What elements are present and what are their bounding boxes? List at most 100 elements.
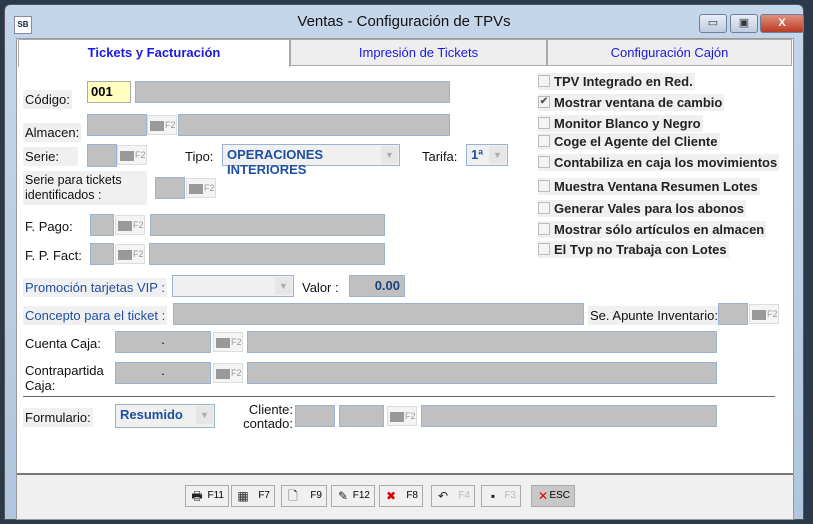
option-checkbox[interactable]: Generar Vales para los abonos	[538, 200, 747, 217]
cliente-code-input[interactable]	[339, 405, 384, 427]
window-title: Ventas - Configuración de TPVs	[297, 13, 511, 30]
contrapartida-input[interactable]: .	[115, 362, 211, 384]
lookup-icon	[150, 120, 164, 131]
lookup-icon	[216, 368, 230, 379]
chevron-down-icon: ▼	[275, 277, 292, 295]
option-checkbox[interactable]: ✔ Mostrar ventana de cambio	[538, 94, 725, 111]
fpago-lookup-button[interactable]: F2	[115, 215, 145, 235]
fpfact-description-field	[149, 243, 385, 265]
tipo-label: Tipo:	[183, 147, 216, 166]
chevron-down-icon: ▼	[196, 406, 213, 424]
checkbox-icon	[538, 135, 550, 147]
f12-button[interactable]: ✎ F12	[331, 485, 375, 507]
formulario-label: Formulario:	[23, 408, 93, 427]
almacen-label: Almacen:	[23, 123, 82, 142]
cuenta-caja-input[interactable]: .	[115, 331, 211, 353]
delete-icon: ✖	[385, 489, 397, 503]
fpago-input[interactable]	[90, 214, 114, 236]
valor-field[interactable]: 0.00	[349, 275, 405, 297]
promo-vip-label: Promoción tarjetas VIP :	[23, 278, 167, 297]
valor-label: Valor :	[300, 278, 341, 297]
client-area: Tickets y Facturación Impresión de Ticke…	[16, 38, 794, 520]
checkbox-icon	[538, 223, 550, 235]
codigo-label: Código:	[23, 90, 72, 109]
formulario-select[interactable]: Resumido ▼	[115, 404, 215, 428]
serie-tickets-label: Serie para tickets identificados :	[23, 171, 147, 205]
fpfact-label: F. P. Fact:	[23, 246, 84, 265]
window: SB Ventas - Configuración de TPVs ▭ ▣ X …	[4, 4, 804, 520]
cuenta-caja-label: Cuenta Caja:	[23, 334, 103, 353]
apunte-lookup-button[interactable]: F2	[749, 304, 779, 324]
option-checkbox[interactable]: Muestra Ventana Resumen Lotes	[538, 178, 760, 195]
divider	[23, 396, 775, 397]
save-icon: ▪	[490, 489, 496, 503]
search-binoculars-icon: ▦	[237, 489, 249, 503]
checkbox-icon	[538, 75, 550, 87]
f9-button[interactable]: 🗋 F9	[281, 485, 327, 507]
fpago-description-field	[150, 214, 385, 236]
option-checkbox[interactable]: TPV Integrado en Red.	[538, 73, 695, 90]
contrapartida-description-field	[247, 362, 717, 384]
checkbox-icon	[538, 117, 550, 129]
almacen-input[interactable]	[87, 114, 147, 136]
lookup-icon	[118, 249, 132, 260]
tarifa-select[interactable]: 1ª ▼	[466, 144, 508, 166]
promo-vip-select[interactable]: ▼	[172, 275, 294, 297]
lookup-icon	[118, 220, 132, 231]
fpfact-lookup-button[interactable]: F2	[115, 244, 145, 264]
f7-button[interactable]: ▦ F7	[231, 485, 275, 507]
serie-input[interactable]	[87, 144, 117, 167]
option-checkbox[interactable]: El Tvp no Trabaja con Lotes	[538, 241, 729, 258]
edit-icon: ✎	[337, 489, 349, 503]
new-document-icon: 🗋	[288, 489, 298, 503]
f8-button[interactable]: ✖ F8	[379, 485, 423, 507]
cliente-contado-label: Cliente: contado:	[229, 401, 295, 433]
lookup-icon	[752, 309, 766, 320]
chevron-down-icon: ▼	[381, 146, 398, 164]
cuenta-description-field	[247, 331, 717, 353]
option-checkbox[interactable]: Monitor Blanco y Negro	[538, 115, 703, 132]
option-checkbox[interactable]: Coge el Agente del Cliente	[538, 133, 720, 150]
cliente-lookup-button[interactable]: F2	[387, 406, 417, 426]
f3-button[interactable]: ▪ F3	[481, 485, 521, 507]
maximize-button[interactable]: ▣	[730, 14, 758, 33]
exit-icon: ✕	[537, 489, 549, 503]
esc-button[interactable]: ✕ ESC	[531, 485, 575, 507]
concepto-input[interactable]	[173, 303, 584, 325]
checkbox-icon	[538, 202, 550, 214]
checkbox-icon: ✔	[538, 96, 550, 108]
option-checkbox[interactable]: Contabiliza en caja los movimientos	[538, 154, 780, 171]
cuenta-lookup-button[interactable]: F2	[213, 332, 243, 352]
codigo-input[interactable]: 001	[87, 81, 131, 103]
almacen-description-field	[178, 114, 450, 136]
tab-tickets-facturacion[interactable]: Tickets y Facturación	[18, 39, 290, 67]
tipo-select[interactable]: OPERACIONES INTERIORES ▼	[222, 144, 400, 177]
contrapartida-lookup-button[interactable]: F2	[213, 363, 243, 383]
lookup-icon	[189, 183, 203, 194]
apunte-inventario-input[interactable]	[718, 303, 748, 325]
serie-tickets-lookup-button[interactable]: F2	[186, 178, 216, 198]
tab-configuracion-cajon[interactable]: Configuración Cajón	[547, 39, 792, 66]
tarifa-label: Tarifa:	[420, 147, 460, 166]
serie-lookup-button[interactable]: F2	[117, 145, 147, 165]
f4-button[interactable]: ↶ F4	[431, 485, 475, 507]
lookup-icon	[120, 150, 134, 161]
lookup-icon	[390, 411, 404, 422]
serie-tickets-input[interactable]	[155, 177, 185, 199]
close-button[interactable]: X	[760, 14, 804, 33]
serie-label: Serie:	[23, 147, 78, 166]
cliente-input[interactable]	[295, 405, 335, 427]
tab-impresion-tickets[interactable]: Impresión de Tickets	[290, 39, 547, 66]
almacen-lookup-button[interactable]: F2	[147, 115, 177, 135]
apunte-inventario-label: Se. Apunte Inventario:	[588, 306, 720, 325]
bottom-toolbar: 🖶 F11 ▦ F7 🗋 F9 ✎ F12 ✖ F8 ↶ F4 ▪ F3 ✕ ESC	[17, 473, 793, 519]
fpago-label: F. Pago:	[23, 217, 75, 236]
option-checkbox[interactable]: Mostrar sólo artículos en almacen	[538, 221, 767, 238]
codigo-description-field	[135, 81, 450, 103]
f11-button[interactable]: 🖶 F11	[185, 485, 229, 507]
contrapartida-label: Contrapartida Caja:	[23, 361, 105, 395]
cliente-description-field	[421, 405, 717, 427]
minimize-button[interactable]: ▭	[699, 14, 727, 33]
checkbox-icon	[538, 180, 550, 192]
fpfact-input[interactable]	[90, 243, 114, 265]
